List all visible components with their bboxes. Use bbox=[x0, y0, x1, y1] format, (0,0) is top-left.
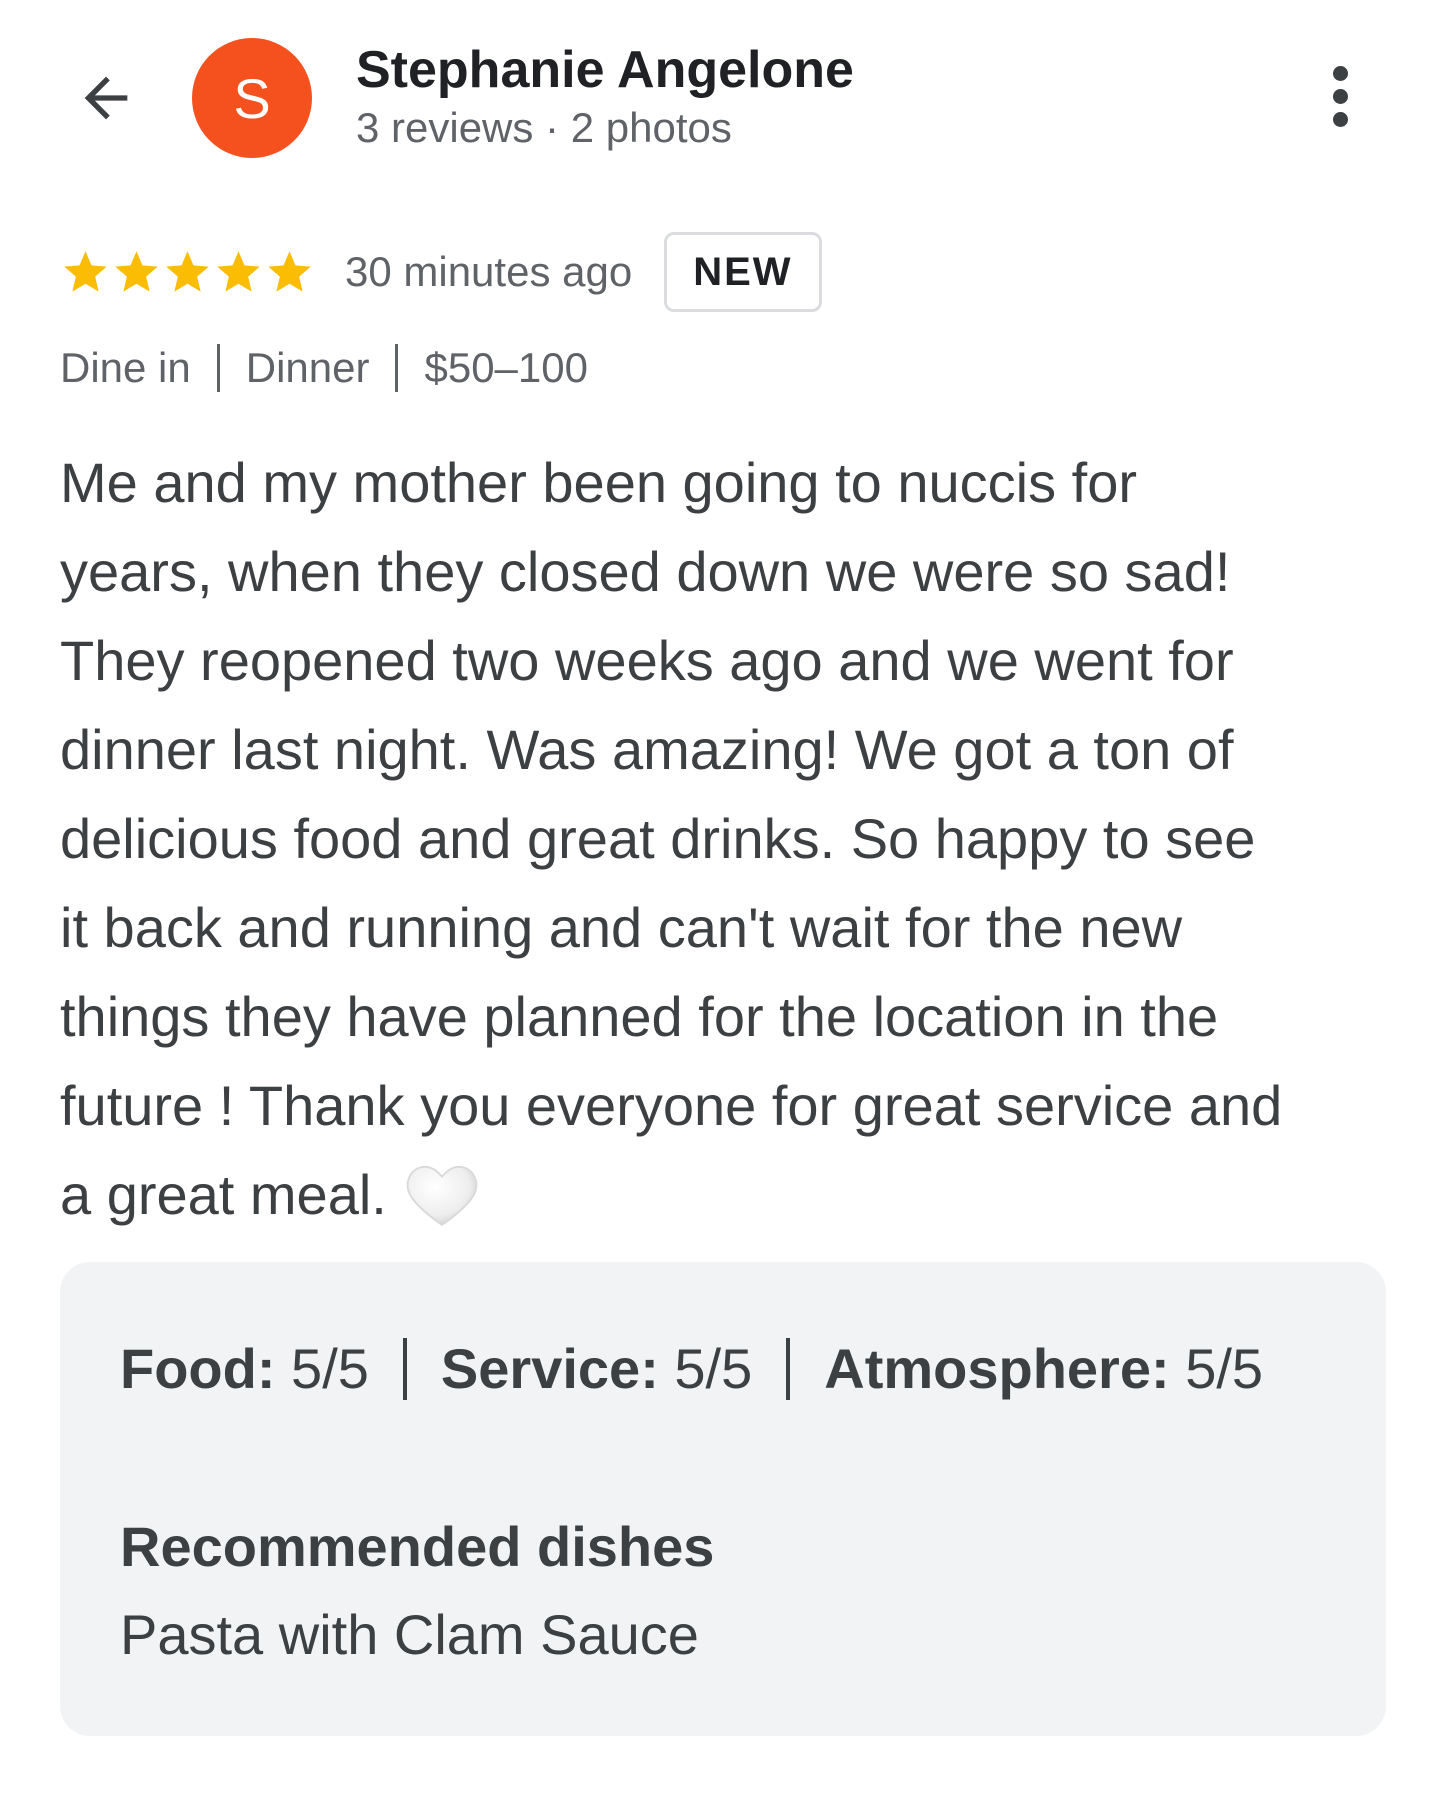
review-line: a great meal. bbox=[60, 1163, 387, 1226]
tag-meal: Dinner bbox=[245, 344, 370, 391]
review-line: future ! Thank you everyone for great se… bbox=[60, 1074, 1283, 1137]
reviewer-header: S Stephanie Angelone 3 reviews · 2 photo… bbox=[0, 0, 1440, 200]
food-rating: Food: 5/5 bbox=[120, 1336, 369, 1401]
service-label: Service: bbox=[440, 1337, 659, 1400]
review-line: it back and running and can't wait for t… bbox=[60, 896, 1183, 959]
star-rating bbox=[60, 247, 315, 298]
avatar[interactable]: S bbox=[192, 38, 312, 158]
star-icon bbox=[268, 250, 311, 292]
more-vert-icon-dot bbox=[1332, 111, 1348, 127]
reviewer-stats: 3 reviews · 2 photos bbox=[356, 104, 732, 151]
reviewer-name[interactable]: Stephanie Angelone bbox=[356, 40, 854, 100]
service-rating: Service: 5/5 bbox=[441, 1336, 752, 1401]
review-line: years, when they closed down we were so … bbox=[60, 540, 1231, 603]
tag-divider bbox=[395, 344, 399, 392]
review-line: delicious food and great drinks. So happ… bbox=[60, 807, 1256, 870]
back-button[interactable] bbox=[66, 58, 146, 138]
star-icon bbox=[115, 250, 158, 292]
review-line: They reopened two weeks ago and we went … bbox=[60, 629, 1234, 692]
service-score: 5/5 bbox=[674, 1337, 753, 1400]
review-line: Me and my mother been going to nuccis fo… bbox=[60, 451, 1138, 514]
recommended-dish: Pasta with Clam Sauce bbox=[120, 1603, 699, 1666]
arrow-back-icon bbox=[84, 76, 128, 120]
visit-tags: Dine in Dinner $50–100 bbox=[60, 344, 588, 392]
food-label: Food: bbox=[120, 1337, 276, 1400]
aspect-ratings: Food: 5/5 Service: 5/5 Atmosphere: 5/5 bbox=[120, 1336, 1263, 1401]
tag-price: $50–100 bbox=[424, 344, 588, 391]
atmosphere-label: Atmosphere: bbox=[824, 1337, 1170, 1400]
atmosphere-score: 5/5 bbox=[1185, 1337, 1264, 1400]
food-score: 5/5 bbox=[291, 1337, 369, 1400]
rating-divider bbox=[786, 1337, 791, 1400]
rating-divider bbox=[402, 1337, 407, 1400]
rating-row: 30 minutes ago NEW bbox=[60, 232, 822, 312]
more-vert-icon bbox=[1332, 65, 1348, 81]
details-card: Food: 5/5 Service: 5/5 Atmosphere: 5/5 R… bbox=[60, 1262, 1386, 1736]
atmosphere-rating: Atmosphere: 5/5 bbox=[824, 1336, 1263, 1401]
review-text: Me and my mother been going to nuccis fo… bbox=[60, 438, 1390, 1239]
review-line: dinner last night. Was amazing! We got a… bbox=[60, 718, 1234, 781]
star-icon bbox=[217, 250, 260, 292]
recommended-dishes-title: Recommended dishes bbox=[120, 1515, 715, 1578]
review-line: things they have planned for the locatio… bbox=[60, 985, 1219, 1048]
review-page: S Stephanie Angelone 3 reviews · 2 photo… bbox=[0, 0, 1440, 1800]
white-heart-icon bbox=[406, 1166, 478, 1227]
review-line-last: a great meal. bbox=[60, 1150, 1390, 1239]
star-icon bbox=[64, 250, 107, 292]
tag-dine-in: Dine in bbox=[60, 344, 191, 391]
new-badge: NEW bbox=[664, 232, 822, 312]
more-vert-icon-dot bbox=[1332, 88, 1348, 104]
star-icon bbox=[166, 250, 209, 292]
review-time: 30 minutes ago bbox=[345, 248, 633, 295]
more-options-button[interactable] bbox=[1300, 56, 1380, 136]
tag-divider bbox=[216, 344, 220, 392]
